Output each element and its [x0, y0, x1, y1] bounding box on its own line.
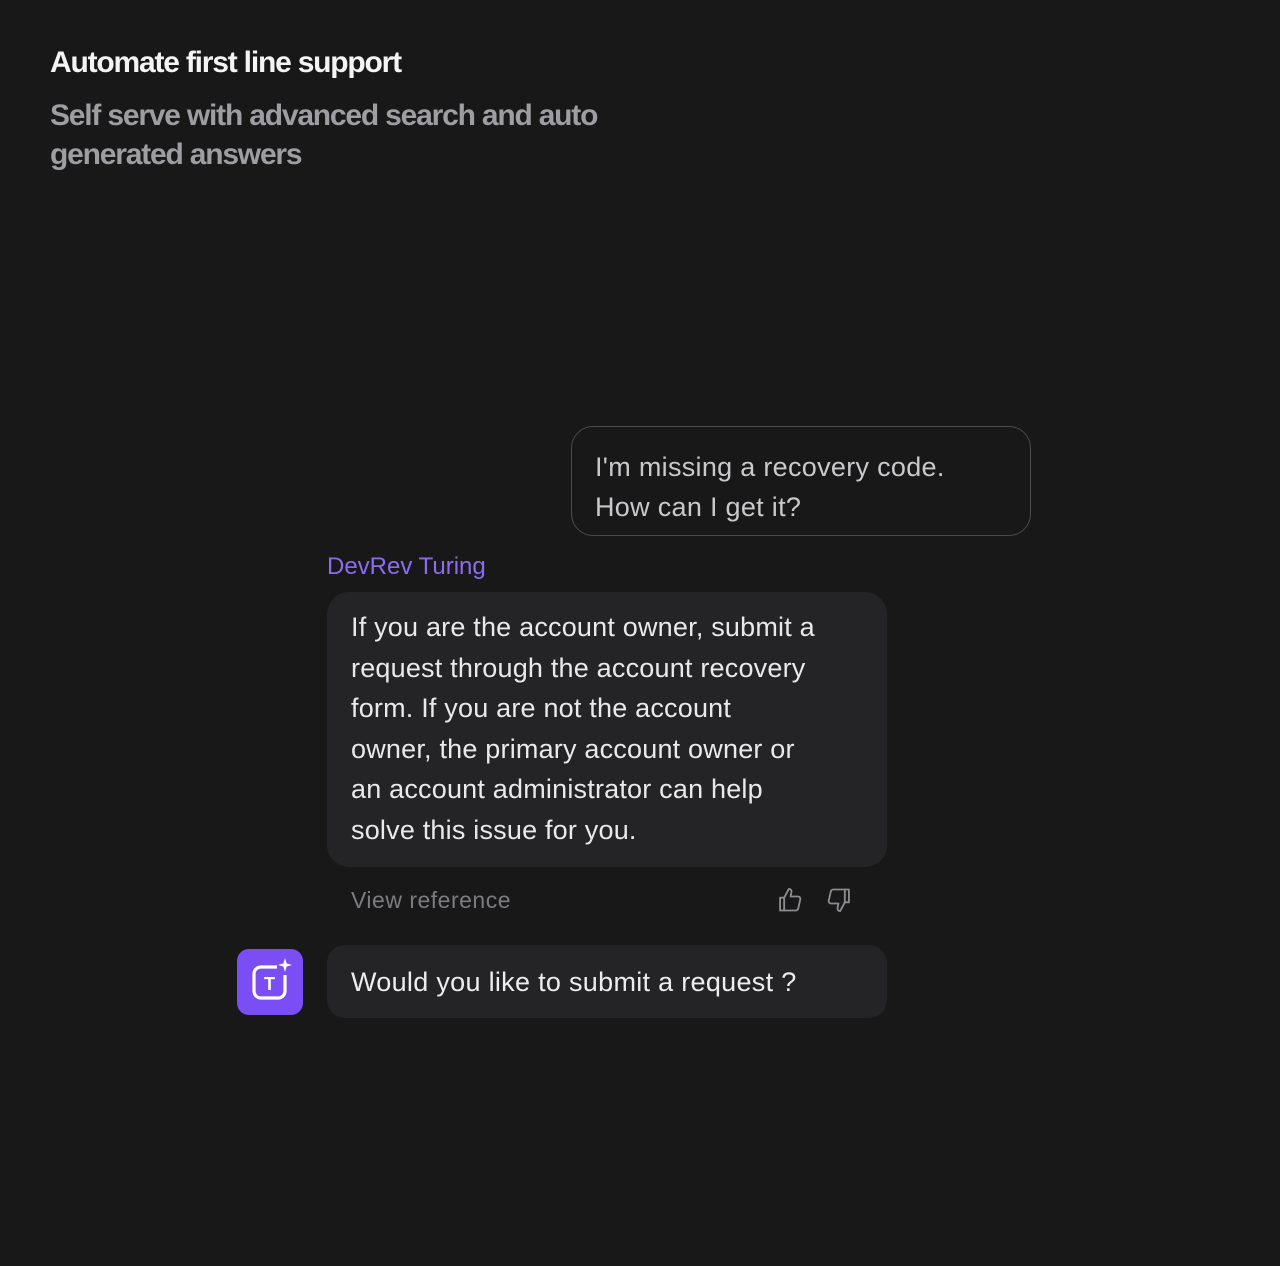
- bot-answer-line: owner, the primary account owner or: [351, 733, 795, 764]
- page-subtitle: Self serve with advanced search and auto…: [50, 96, 650, 174]
- bot-name-label: DevRev Turing: [327, 553, 486, 580]
- bot-answer-line: solve this issue for you.: [351, 814, 637, 845]
- user-message-line: I'm missing a recovery code.: [595, 452, 945, 482]
- thumbs-up-icon[interactable]: [776, 886, 804, 914]
- page: Automate first line support Self serve w…: [0, 0, 1280, 1266]
- subtitle-line: Self serve with advanced search and auto: [50, 99, 598, 132]
- subtitle-line: generated answers: [50, 138, 303, 171]
- turing-avatar-icon: T: [237, 949, 303, 1015]
- view-reference-link[interactable]: View reference: [351, 884, 511, 916]
- user-message-bubble: I'm missing a recovery code. How can I g…: [571, 426, 1031, 536]
- bot-answer-line: If you are the account owner, submit a: [351, 612, 815, 642]
- bot-answer-line: request through the account recovery: [351, 652, 806, 683]
- followup-prompt-text: Would you like to submit a request ?: [351, 967, 797, 997]
- bot-answer-line: an account administrator can help: [351, 774, 763, 805]
- page-title: Automate first line support: [50, 46, 402, 79]
- bot-answer-bubble: If you are the account owner, submit a r…: [327, 592, 887, 867]
- avatar-letter: T: [264, 974, 275, 994]
- bot-answer-line: form. If you are not the account: [351, 693, 732, 724]
- thumbs-down-icon[interactable]: [825, 886, 853, 914]
- user-message-line: How can I get it?: [595, 492, 802, 522]
- followup-prompt-bubble[interactable]: Would you like to submit a request ?: [327, 945, 887, 1018]
